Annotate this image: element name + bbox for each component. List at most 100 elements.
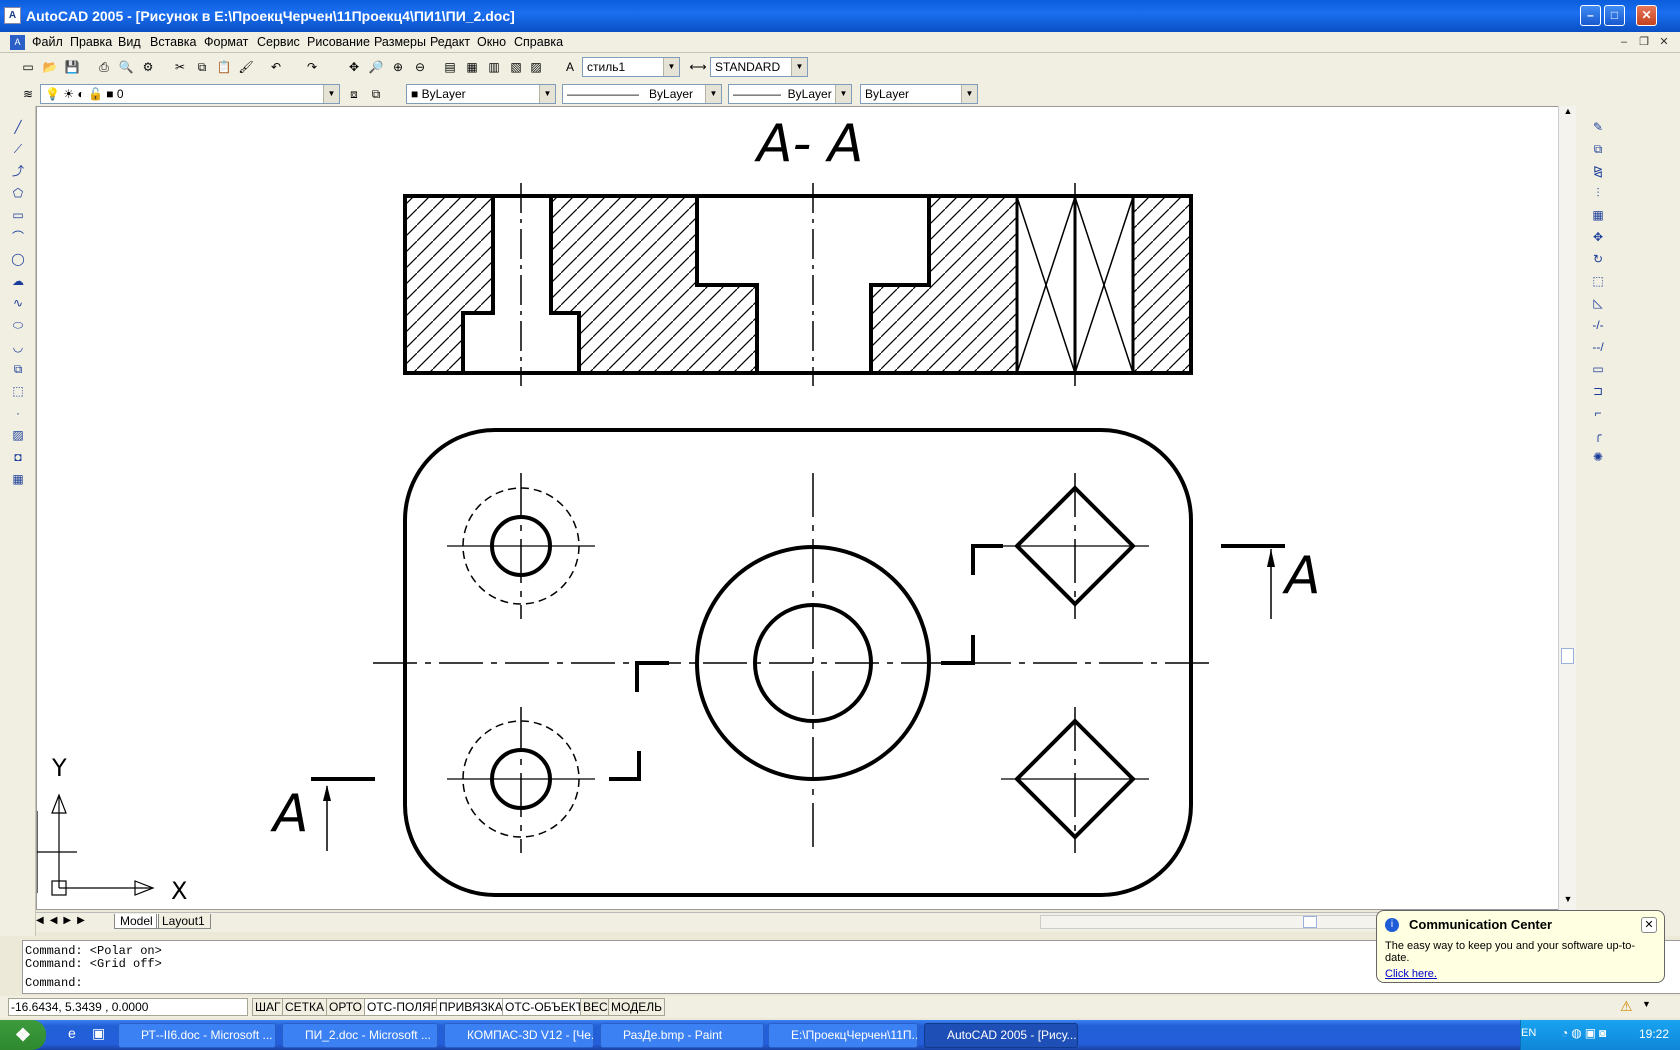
array-icon[interactable]: ▦ [1588, 206, 1608, 224]
print-preview-icon[interactable]: 🔍 [116, 57, 136, 77]
explode-icon[interactable]: ✺ [1588, 448, 1608, 466]
redo-icon[interactable]: ↷ [302, 57, 322, 77]
design-center-icon[interactable]: ▦ [462, 57, 482, 77]
lineweight-select[interactable]: ———— ByLayer ▼ [728, 84, 852, 104]
menu-dimension[interactable]: Размеры [374, 32, 426, 53]
scroll-down-icon[interactable]: ▼ [1561, 894, 1575, 908]
ie-quicklaunch-icon[interactable]: e [68, 1025, 86, 1043]
open-icon[interactable]: 📂 [40, 57, 60, 77]
menu-tools[interactable]: Сервис [257, 32, 300, 53]
task-explorer[interactable]: E:\ПроекцЧерчен\11П... [768, 1023, 918, 1048]
task-rt-doc[interactable]: РТ--II6.doc - Microsoft ... [118, 1023, 276, 1048]
otrack-toggle[interactable]: ОТС-ОБЪЕКТ [502, 998, 586, 1016]
scroll-thumb[interactable] [1561, 648, 1574, 664]
tab-model[interactable]: Model [114, 914, 159, 929]
plotstyle-select[interactable]: ByLayer ▼ [860, 84, 978, 104]
sheet-set-icon[interactable]: ▧ [506, 57, 526, 77]
model-toggle[interactable]: МОДЕЛЬ [608, 998, 665, 1016]
mirror-icon[interactable]: ⧎ [1588, 162, 1608, 180]
trim-icon[interactable]: -/- [1588, 316, 1608, 334]
copy-icon[interactable]: ⧉ [192, 57, 212, 77]
ellipse-arc-icon[interactable]: ◡ [8, 338, 28, 356]
balloon-close-button[interactable]: ✕ [1641, 917, 1657, 933]
zoom-window-icon[interactable]: ⊕ [388, 57, 408, 77]
dim-style-icon[interactable]: ⟷ [688, 57, 708, 77]
close-button[interactable]: ✕ [1636, 5, 1657, 26]
grid-toggle[interactable]: СЕТКА [282, 998, 327, 1016]
make-object-layer-current-icon[interactable]: ⧈ [344, 84, 364, 104]
revision-cloud-icon[interactable]: ☁ [8, 272, 28, 290]
construction-line-icon[interactable]: ⟋ [8, 140, 28, 158]
start-button[interactable]: ❖ [0, 1020, 46, 1050]
match-properties-icon[interactable]: 🖌 [236, 57, 256, 77]
color-select[interactable]: ■ ByLayer ▼ [406, 84, 556, 104]
make-block-icon[interactable]: ⬚ [8, 382, 28, 400]
menu-insert[interactable]: Вставка [150, 32, 196, 53]
status-menu-chevron-icon[interactable]: ▼ [1642, 999, 1651, 1009]
task-paint[interactable]: РазДе.bmp - Paint [600, 1023, 764, 1048]
zoom-previous-icon[interactable]: ⊖ [410, 57, 430, 77]
extend-icon[interactable]: --/ [1588, 338, 1608, 356]
menu-modify[interactable]: Редакт [430, 32, 470, 53]
pan-icon[interactable]: ✥ [344, 57, 364, 77]
tray-icons[interactable]: ◔◍▣◙ [1561, 1026, 1609, 1040]
warning-icon[interactable]: ⚠ [1620, 998, 1636, 1014]
spline-icon[interactable]: ∿ [8, 294, 28, 312]
fillet-icon[interactable]: ╭ [1588, 426, 1608, 444]
tab-navigation-icons[interactable]: ◀◀▶▶ [36, 915, 116, 926]
menu-file[interactable]: Файл [32, 32, 63, 53]
lineweight-toggle[interactable]: ВЕС [580, 998, 611, 1016]
menu-draw[interactable]: Рисование [307, 32, 370, 53]
rotate-icon[interactable]: ↻ [1588, 250, 1608, 268]
insert-block-icon[interactable]: ⧉ [8, 360, 28, 378]
new-icon[interactable]: ▭ [18, 57, 38, 77]
polar-toggle[interactable]: ОТС-ПОЛЯР [364, 998, 442, 1016]
properties-icon[interactable]: ▤ [440, 57, 460, 77]
copy-object-icon[interactable]: ⧉ [1588, 140, 1608, 158]
cut-icon[interactable]: ✂ [170, 57, 190, 77]
hatch-icon[interactable]: ▨ [8, 426, 28, 444]
circle-icon[interactable]: ◯ [8, 250, 28, 268]
break-icon[interactable]: ▭ [1588, 360, 1608, 378]
menu-window[interactable]: Окно [477, 32, 506, 53]
vertical-scrollbar[interactable]: ▲ ▼ [1558, 106, 1576, 910]
doc-restore-icon[interactable]: ❐ [1636, 35, 1652, 49]
ortho-toggle[interactable]: ОРТО [326, 998, 365, 1016]
osnap-toggle[interactable]: ПРИВЯЗКА [436, 998, 506, 1016]
balloon-link[interactable]: Click here. [1385, 968, 1656, 980]
print-icon[interactable]: ⎙ [94, 57, 114, 77]
task-kompas[interactable]: КОМПАС-3D V12 - [Че... [444, 1023, 594, 1048]
tab-layout1[interactable]: Layout1 [156, 914, 211, 929]
save-icon[interactable]: 💾 [62, 57, 82, 77]
tool-palettes-icon[interactable]: ▥ [484, 57, 504, 77]
minimize-button[interactable]: – [1580, 5, 1601, 26]
polyline-icon[interactable]: ⤴ [8, 162, 28, 180]
polygon-icon[interactable]: ⬠ [8, 184, 28, 202]
arc-icon[interactable]: ⌒ [8, 228, 28, 246]
hscroll-thumb[interactable] [1303, 916, 1317, 928]
text-style-select[interactable]: стиль1 ▼ [582, 57, 680, 77]
text-style-icon[interactable]: A [560, 57, 580, 77]
point-icon[interactable]: · [8, 404, 28, 422]
offset-icon[interactable]: ⫶ [1588, 184, 1608, 202]
document-icon[interactable]: A [10, 35, 25, 50]
menu-format[interactable]: Формат [204, 32, 248, 53]
region-icon[interactable]: ◘ [8, 448, 28, 466]
paste-icon[interactable]: 📋 [214, 57, 234, 77]
menu-view[interactable]: Вид [118, 32, 141, 53]
task-pi2-doc[interactable]: ПИ_2.doc - Microsoft ... [282, 1023, 438, 1048]
coordinates-display[interactable]: -16.6434, 5.3439 , 0.0000 [8, 998, 248, 1016]
erase-icon[interactable]: ✎ [1588, 118, 1608, 136]
stretch-icon[interactable]: ◺ [1588, 294, 1608, 312]
language-indicator[interactable]: EN [1521, 1027, 1536, 1039]
menu-edit[interactable]: Правка [70, 32, 112, 53]
line-icon[interactable]: ╱ [8, 118, 28, 136]
doc-close-icon[interactable]: ✕ [1656, 35, 1672, 49]
move-icon[interactable]: ✥ [1588, 228, 1608, 246]
desktop-quicklaunch-icon[interactable]: ▣ [92, 1025, 110, 1043]
autocad-app-icon[interactable]: A [4, 7, 21, 24]
restore-button[interactable]: □ [1604, 5, 1625, 26]
scroll-up-icon[interactable]: ▲ [1561, 106, 1575, 120]
table-icon[interactable]: ▦ [8, 470, 28, 488]
layer-manager-icon[interactable]: ≋ [18, 84, 38, 104]
